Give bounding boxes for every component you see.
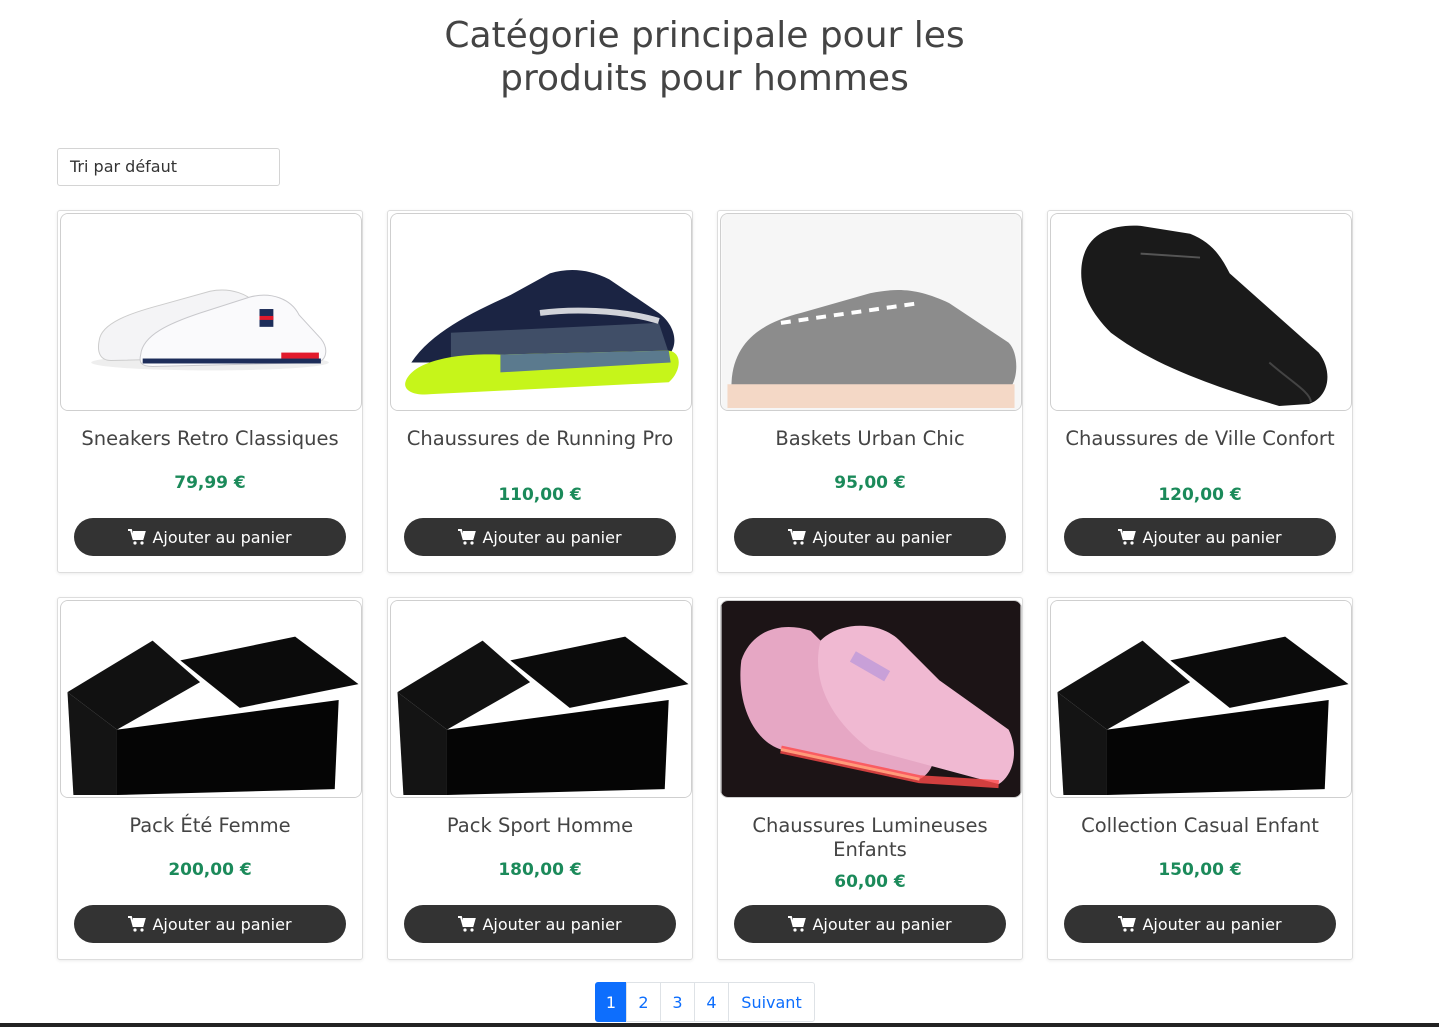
product-title[interactable]: Baskets Urban Chic: [775, 427, 964, 451]
add-to-cart-label: Ajouter au panier: [812, 914, 952, 934]
product-price: 150,00 €: [1158, 860, 1242, 880]
sort-select[interactable]: Tri par défaut: [57, 148, 280, 186]
product-card: Chaussures Lumineuses Enfants 60,00 € Aj…: [717, 597, 1023, 960]
page-title-line-2: produits pour hommes: [500, 58, 909, 99]
cart-icon: [458, 916, 477, 932]
page-link-3[interactable]: 3: [660, 982, 695, 1022]
product-image-running-shoe[interactable]: [390, 213, 692, 411]
page-link-2[interactable]: 2: [626, 982, 661, 1022]
product-title[interactable]: Pack Été Femme: [129, 814, 290, 838]
product-image-white-sneakers[interactable]: [60, 213, 362, 411]
product-card: Chaussures de Ville Confort 120,00 € Ajo…: [1047, 210, 1353, 573]
product-price: 79,99 €: [174, 473, 246, 493]
page: Catégorie principale pour les produits p…: [0, 0, 1439, 1027]
cart-icon: [458, 529, 477, 545]
next-page-link[interactable]: Suivant: [728, 982, 815, 1022]
product-price: 120,00 €: [1158, 485, 1242, 505]
add-to-cart-button[interactable]: Ajouter au panier: [404, 518, 676, 556]
product-price: 60,00 €: [834, 872, 906, 892]
product-image-black-box[interactable]: [1050, 600, 1352, 798]
cart-icon: [1118, 529, 1137, 545]
product-image-black-leather-shoe[interactable]: [1050, 213, 1352, 411]
add-to-cart-label: Ajouter au panier: [152, 914, 292, 934]
product-price: 200,00 €: [168, 860, 252, 880]
product-card: Baskets Urban Chic 95,00 € Ajouter au pa…: [717, 210, 1023, 573]
add-to-cart-button[interactable]: Ajouter au panier: [734, 905, 1006, 943]
bottom-divider: [0, 1023, 1439, 1027]
product-title[interactable]: Chaussures Lumineuses Enfants: [730, 814, 1010, 862]
add-to-cart-label: Ajouter au panier: [152, 527, 292, 547]
product-price: 95,00 €: [834, 473, 906, 493]
product-price: 180,00 €: [498, 860, 582, 880]
cart-icon: [128, 916, 147, 932]
page-title: Catégorie principale pour les produits p…: [0, 14, 1409, 100]
add-to-cart-button[interactable]: Ajouter au panier: [1064, 905, 1336, 943]
page-link-4[interactable]: 4: [694, 982, 729, 1022]
product-title[interactable]: Chaussures de Ville Confort: [1065, 427, 1334, 451]
add-to-cart-label: Ajouter au panier: [1142, 914, 1282, 934]
product-grid: Sneakers Retro Classiques 79,99 € Ajoute…: [57, 210, 1353, 960]
cart-icon: [128, 529, 147, 545]
add-to-cart-button[interactable]: Ajouter au panier: [74, 905, 346, 943]
product-card: Pack Sport Homme 180,00 € Ajouter au pan…: [387, 597, 693, 960]
product-card: Collection Casual Enfant 150,00 € Ajoute…: [1047, 597, 1353, 960]
product-image-black-box[interactable]: [390, 600, 692, 798]
pagination: 1 2 3 4 Suivant: [595, 982, 815, 1022]
product-image-black-box[interactable]: [60, 600, 362, 798]
page-title-line-1: Catégorie principale pour les: [444, 15, 965, 56]
cart-icon: [788, 529, 807, 545]
product-card: Chaussures de Running Pro 110,00 € Ajout…: [387, 210, 693, 573]
product-title[interactable]: Pack Sport Homme: [447, 814, 633, 838]
add-to-cart-label: Ajouter au panier: [482, 914, 622, 934]
add-to-cart-button[interactable]: Ajouter au panier: [74, 518, 346, 556]
cart-icon: [1118, 916, 1137, 932]
add-to-cart-label: Ajouter au panier: [482, 527, 622, 547]
add-to-cart-button[interactable]: Ajouter au panier: [1064, 518, 1336, 556]
product-title[interactable]: Collection Casual Enfant: [1081, 814, 1319, 838]
product-card: Sneakers Retro Classiques 79,99 € Ajoute…: [57, 210, 363, 573]
product-image-grey-suede-shoe[interactable]: [720, 213, 1022, 411]
add-to-cart-label: Ajouter au panier: [1142, 527, 1282, 547]
product-price: 110,00 €: [498, 485, 582, 505]
product-card: Pack Été Femme 200,00 € Ajouter au panie…: [57, 597, 363, 960]
product-image-pink-led-sneakers[interactable]: [720, 600, 1022, 798]
page-link-1[interactable]: 1: [595, 982, 627, 1022]
cart-icon: [788, 916, 807, 932]
add-to-cart-button[interactable]: Ajouter au panier: [734, 518, 1006, 556]
add-to-cart-button[interactable]: Ajouter au panier: [404, 905, 676, 943]
product-title[interactable]: Sneakers Retro Classiques: [81, 427, 338, 451]
add-to-cart-label: Ajouter au panier: [812, 527, 952, 547]
product-title[interactable]: Chaussures de Running Pro: [407, 427, 674, 451]
